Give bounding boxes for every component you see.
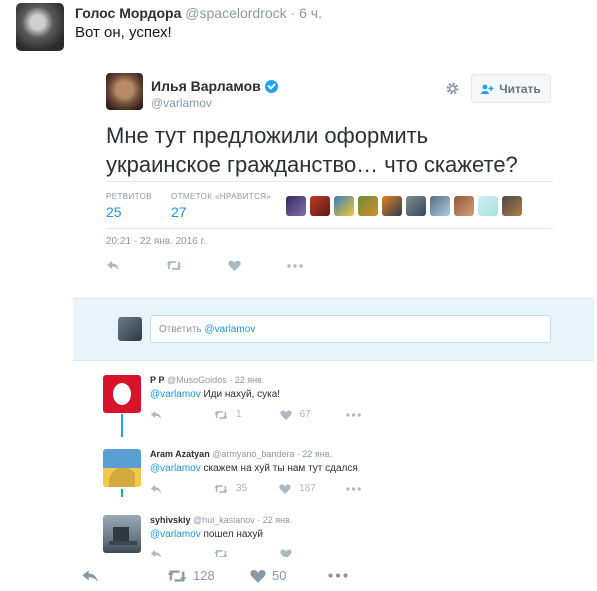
- embedded-author-avatar: [106, 73, 143, 110]
- like-icon: 187: [279, 483, 316, 494]
- embedded-timestamp: 20:21 - 22 янв. 2016 г.: [106, 236, 206, 247]
- mini-avatar: [478, 196, 498, 216]
- reply-author-name: Р Р: [150, 375, 165, 385]
- outer-tweet-text: Вот он, успех!: [75, 24, 172, 41]
- reply-mention: @varlamov: [150, 463, 201, 474]
- reply-retweet-count: 1: [236, 409, 242, 420]
- reply-input: Ответить @varlamov: [150, 315, 551, 343]
- mini-avatar: [382, 196, 402, 216]
- retweets-label: РЕТВИТОВ: [106, 192, 152, 201]
- outer-author-name[interactable]: Голос Мордора: [75, 5, 181, 21]
- retweet-icon: [214, 549, 228, 557]
- outer-like-count: 50: [272, 568, 287, 583]
- reply-like-count: 67: [299, 409, 311, 420]
- composer-avatar: [118, 317, 142, 341]
- likes-value: 27: [171, 204, 187, 220]
- outer-avatar[interactable]: [16, 3, 64, 51]
- reply-author-name: syhivskiy: [150, 515, 191, 525]
- retweets-value: 25: [106, 204, 122, 220]
- retweet-icon: 1: [214, 409, 242, 420]
- embedded-tweet-text: Мне тут предложили оформить украинское г…: [106, 123, 518, 177]
- stats-divider-bottom: [106, 228, 553, 229]
- more-icon: [287, 263, 303, 268]
- like-icon: 67: [279, 409, 311, 420]
- reply-author-handle: @armyano_bandera · 22 янв.: [212, 449, 333, 459]
- reply-body: скажем на хуй ты нам тут сдался: [200, 463, 358, 474]
- reply-actions: [150, 549, 292, 557]
- retweet-icon: [167, 569, 187, 583]
- like-icon: [280, 549, 292, 557]
- follow-icon: [481, 84, 494, 94]
- reply-like-count: 187: [299, 483, 316, 494]
- mini-avatar: [454, 196, 474, 216]
- mini-avatar: [406, 196, 426, 216]
- reply-icon: [150, 549, 162, 557]
- reply-icon: [81, 569, 99, 583]
- likes-stat: ОТМЕТОК «НРАВИТСЯ» 27: [171, 192, 271, 220]
- follow-label: Читать: [499, 81, 541, 96]
- reply-icon: [150, 410, 162, 420]
- reply-author-handle: @hui_kasianov · 22 янв.: [193, 515, 293, 525]
- outer-tweet-actions: 128 50: [75, 568, 348, 583]
- more-icon: [328, 573, 348, 578]
- outer-tweet-time[interactable]: · 6 ч.: [291, 5, 322, 21]
- embedded-author-name-row: Илья Варламов: [151, 78, 278, 94]
- more-icon: [346, 486, 361, 491]
- thread-connector: [121, 414, 123, 437]
- retweet-icon: [166, 260, 182, 271]
- reply-retweet-count: 35: [236, 483, 248, 494]
- mini-avatar: [310, 196, 330, 216]
- thread-connector: [121, 489, 123, 497]
- reply-mention: @varlamov: [150, 529, 201, 540]
- reply-body: пошел нахуй: [200, 529, 264, 540]
- outer-retweet-button[interactable]: 128: [161, 568, 244, 583]
- like-icon: [228, 260, 241, 271]
- retweets-stat: РЕТВИТОВ 25: [106, 192, 152, 220]
- reply-input-mention: @varlamov: [204, 324, 256, 335]
- embedded-actions: [106, 260, 349, 271]
- reply-text: @varlamov скажем на хуй ты нам тут сдалс…: [150, 463, 358, 474]
- reply-icon: [106, 260, 120, 271]
- embedded-author-handle: @varlamov: [151, 96, 212, 110]
- likes-label: ОТМЕТОК «НРАВИТСЯ»: [171, 192, 272, 201]
- reply-icon: [150, 484, 162, 494]
- outer-more-button[interactable]: [322, 573, 348, 578]
- likers-avatars: [286, 196, 522, 216]
- mini-avatar: [502, 196, 522, 216]
- reply-avatar: [103, 449, 141, 487]
- outer-tweet-header: Голос Мордора @spacelordrock · 6 ч.: [75, 5, 322, 21]
- reply-author-handle: @MusoGoldos · 22 янв.: [167, 375, 265, 385]
- reply-header: Aram Azatyan @armyano_bandera · 22 янв.: [150, 449, 332, 459]
- mini-avatar: [334, 196, 354, 216]
- embedded-tweet-screenshot: Илья Варламов @varlamov Читать Мне тут п…: [73, 55, 594, 557]
- reply-mention: @varlamov: [150, 389, 201, 400]
- reply-avatar: [103, 515, 141, 553]
- mini-avatar: [358, 196, 378, 216]
- gear-icon: [445, 81, 460, 96]
- reply-input-prefix: Ответить: [159, 324, 205, 335]
- reply-avatar: [103, 375, 141, 413]
- reply-body: Иди нахуй, сука!: [200, 389, 281, 400]
- stats-divider-top: [106, 181, 553, 182]
- embedded-author-name: Илья Варламов: [151, 78, 261, 94]
- reply-actions: 35 187: [150, 483, 361, 494]
- reply-text: @varlamov Иди нахуй, сука!: [150, 389, 280, 400]
- outer-author-handle[interactable]: @spacelordrock: [185, 5, 286, 21]
- like-icon: [250, 569, 266, 583]
- retweet-icon: 35: [214, 483, 247, 494]
- more-icon: [345, 412, 361, 417]
- mini-avatar: [286, 196, 306, 216]
- mini-avatar: [430, 196, 450, 216]
- reply-header: syhivskiy @hui_kasianov · 22 янв.: [150, 515, 292, 525]
- reply-actions: 1 67: [150, 409, 361, 420]
- outer-like-button[interactable]: 50: [244, 568, 322, 583]
- reply-text: @varlamov пошел нахуй: [150, 529, 263, 540]
- follow-button: Читать: [471, 74, 551, 103]
- outer-retweet-count: 128: [193, 568, 215, 583]
- reply-header: Р Р @MusoGoldos · 22 янв.: [150, 375, 264, 385]
- verified-icon: [264, 79, 278, 93]
- outer-reply-button[interactable]: [75, 569, 161, 583]
- reply-author-name: Aram Azatyan: [150, 449, 210, 459]
